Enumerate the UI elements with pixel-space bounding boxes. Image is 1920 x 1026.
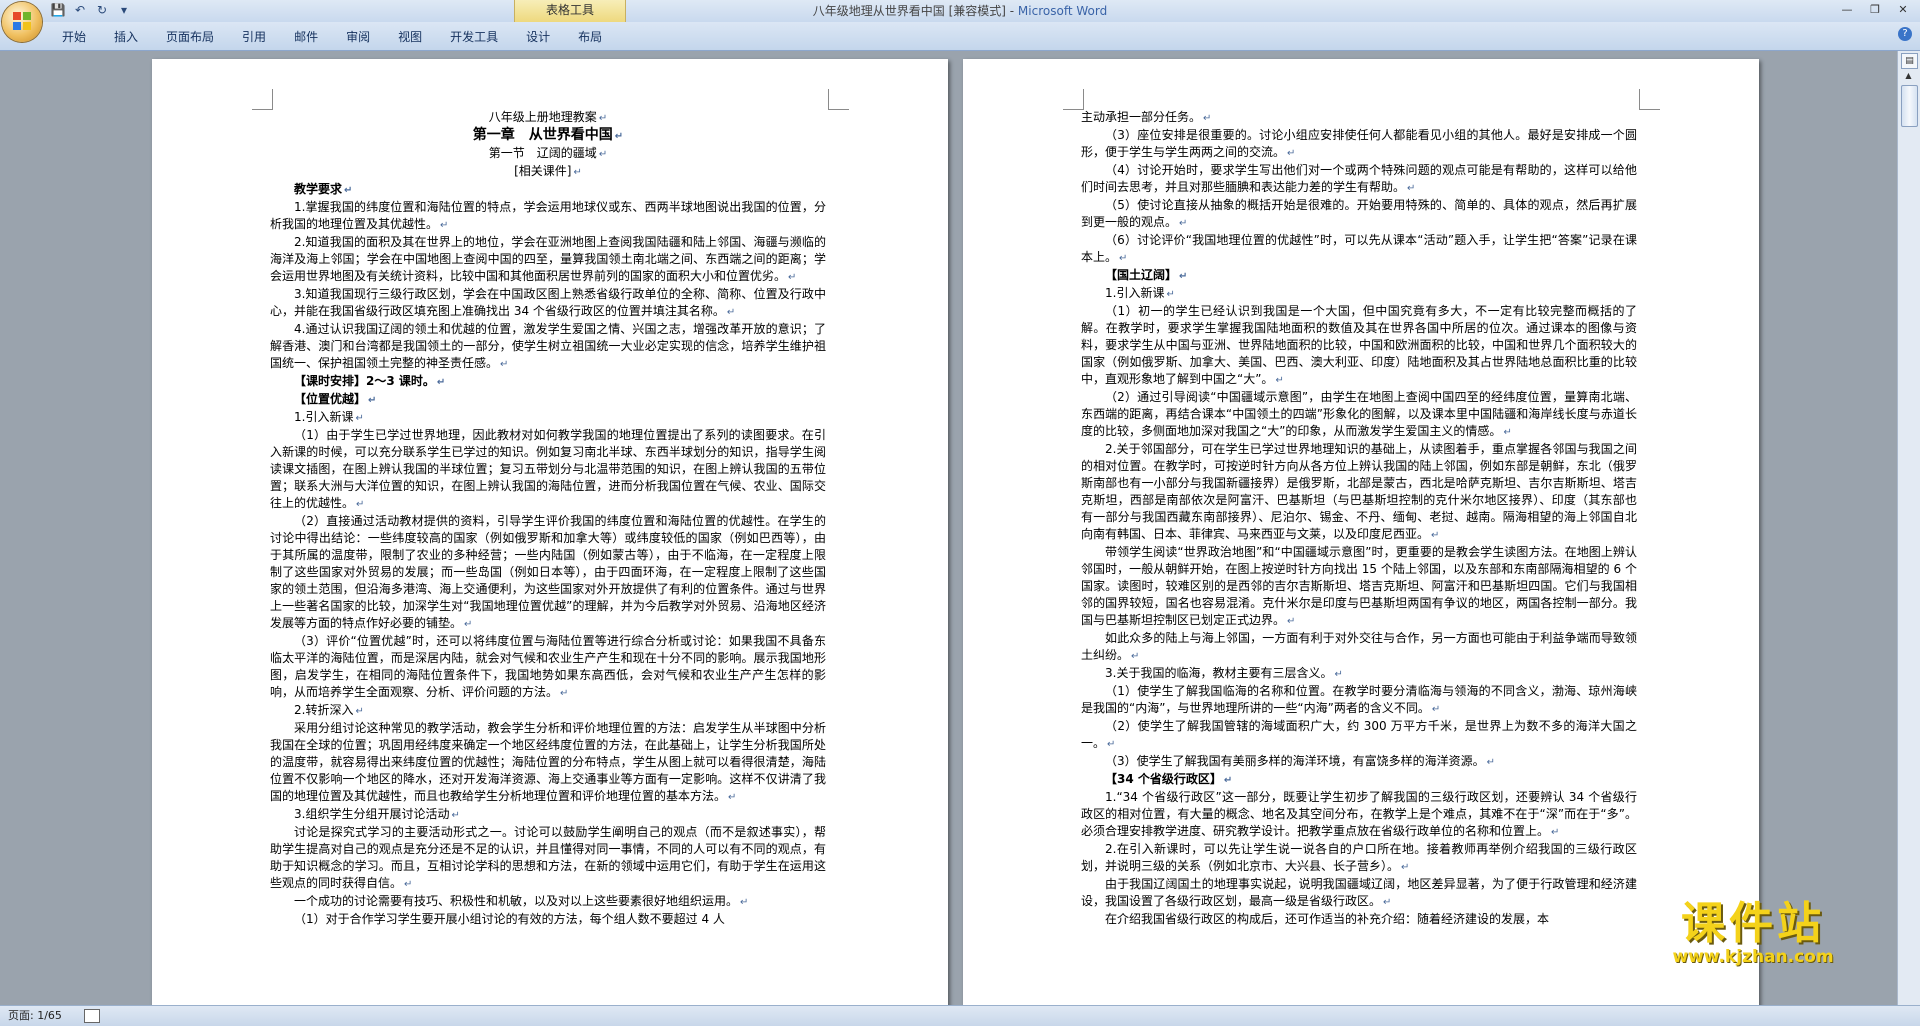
paragraph: 2.关于邻国部分，可在学生已学过世界地理知识的基础上，从读图着手，重点掌握各邻国… <box>1081 442 1637 541</box>
paragraph: 3.知道我国现行三级行政区划，学会在中国政区图上熟悉省级行政单位的全称、简称、位… <box>270 287 826 318</box>
provinces-heading: 【34 个省级行政区】 ↵ <box>1105 772 1233 786</box>
watermark-text: 课件站 <box>1681 898 1825 949</box>
tab-insert[interactable]: 插入 <box>100 26 152 48</box>
paragraph: （3）使学生了解我国有美丽多样的海洋环境，有富饶多样的海洋资源。 ↵ <box>1105 754 1496 768</box>
crop-mark-top-right <box>828 89 849 110</box>
tab-developer[interactable]: 开发工具 <box>436 26 512 48</box>
paragraph: （2）通过引导阅读“中国疆域示意图”，由学生在地图上查阅中国四至的经纬度位置，量… <box>1081 390 1637 438</box>
paragraph: （1）由于学生已学过世界地理，因此教材对如何教学我国的地理位置提出了系列的读图要… <box>270 428 826 510</box>
office-button[interactable] <box>2 2 42 42</box>
doc-header-line: 八年级上册地理教案 ↵ <box>488 110 608 124</box>
page-counter[interactable]: 页面: 1/65 <box>8 1006 62 1026</box>
crop-mark-top-left <box>252 89 273 110</box>
window-controls: — ❐ ✕ <box>1834 2 1916 18</box>
tab-view[interactable]: 视图 <box>384 26 436 48</box>
paragraph: 采用分组讨论这种常见的教学活动，教会学生分析和评价地理位置的方法：启发学生从半球… <box>270 721 826 803</box>
page-2-content: 主动承担一部分任务。 ↵ （3）座位安排是很重要的。讨论小组应安排使任何人都能看见… <box>1081 109 1637 928</box>
close-icon[interactable]: ✕ <box>1890 2 1916 18</box>
paragraph: 4.通过认识我国辽阔的领土和优越的位置，激发学生爱国之情、兴国之志，增强改革开放… <box>270 322 826 370</box>
paragraph: （2）直接通过活动教材提供的资料，引导学生评价我国的纬度位置和海陆位置的优越性。… <box>270 514 826 630</box>
paragraph: 带领学生阅读“世界政治地图”和“中国疆域示意图”时，更重要的是教会学生读图方法。… <box>1081 545 1637 627</box>
proofing-status-icon[interactable] <box>84 1009 100 1023</box>
office-logo-icon <box>13 12 31 30</box>
vertical-scrollbar[interactable]: ▤ ▲ <box>1897 51 1920 1005</box>
tab-references[interactable]: 引用 <box>228 26 280 48</box>
document-title: 八年级地理从世界看中国 [兼容模式] - <box>812 4 1018 18</box>
paragraph: 1.“34 个省级行政区”这一部分，既要让学生初步了解我国的三级行政区划，还要辨… <box>1081 790 1637 838</box>
paragraph: 1.引入新课 ↵ <box>1105 286 1175 300</box>
paragraph: （2）使学生了解我国管辖的海域面积广大，约 300 万平方千米，是世界上为数不多… <box>1081 719 1637 750</box>
tab-table-design[interactable]: 设计 <box>512 26 564 48</box>
scroll-up-icon[interactable]: ▲ <box>1901 69 1916 83</box>
paragraph: 一个成功的讨论需要有技巧、积极性和机敏，以及对以上这些要素很好地组织运用。 ↵ <box>294 894 749 908</box>
territory-heading: 【国土辽阔】 ↵ <box>1105 268 1188 282</box>
paragraph: 主动承担一部分任务。 ↵ <box>1081 110 1212 124</box>
paragraph: （1）对于合作学习学生要开展小组讨论的有效的方法，每个组人数不要超过 4 人 <box>294 912 725 926</box>
site-watermark: 课件站 www.kjzhan.com <box>1648 901 1858 971</box>
tab-mailings[interactable]: 邮件 <box>280 26 332 48</box>
tab-review[interactable]: 审阅 <box>332 26 384 48</box>
ribbon: 开始 插入 页面布局 引用 邮件 审阅 视图 开发工具 设计 布局 ? <box>0 22 1920 51</box>
paragraph: （3）评价“位置优越”时，还可以将纬度位置与海陆位置等进行综合分析或讨论：如果我… <box>270 634 826 699</box>
paragraph: 1.引入新课 ↵ <box>294 410 364 424</box>
paragraph: （1）使学生了解我国临海的名称和位置。在教学时要分清临海与领海的不同含义，渤海、… <box>1081 684 1637 715</box>
maximize-icon[interactable]: ❐ <box>1862 2 1888 18</box>
paragraph: （5）使讨论直接从抽象的概括开始是很难的。开始要用特殊的、简单的、具体的观点，然… <box>1081 198 1637 229</box>
teaching-requirements-heading: 教学要求 ↵ <box>294 182 353 196</box>
paragraph: 在介绍我国省级行政区的构成后，还可作适当的补充介绍：随着经济建设的发展，本 <box>1105 912 1550 926</box>
document-workspace: 八年级上册地理教案 ↵ 第一章 从世界看中国 ↵ 第一节 辽阔的疆域 ↵ [相关课件]… <box>0 51 1898 1005</box>
paragraph: （6）讨论评价“我国地理位置的优越性”时，可以先从课本“活动”题入手，让学生把“… <box>1081 233 1637 264</box>
paragraph: 1.掌握我国的纬度位置和海陆位置的特点，学会运用地球仪或东、西两半球地图说出我国… <box>270 200 826 231</box>
window-title: 八年级地理从世界看中国 [兼容模式] - Microsoft Word <box>0 0 1920 22</box>
paragraph: 2.在引入新课时，可以先让学生说一说各自的户口所在地。接着教师再举例介绍我国的三… <box>1081 842 1637 873</box>
tab-page-layout[interactable]: 页面布局 <box>152 26 228 48</box>
paragraph: （4）讨论开始时，要求学生写出他们对一个或两个特殊问题的观点可能是有帮助的，这样… <box>1081 163 1637 194</box>
paragraph: 讨论是探究式学习的主要活动形式之一。讨论可以鼓励学生阐明自己的观点（而不是叙述事… <box>270 825 826 890</box>
document-page-2[interactable]: 主动承担一部分任务。 ↵ （3）座位安排是很重要的。讨论小组应安排使任何人都能看见… <box>963 59 1759 1005</box>
paragraph: 如此众多的陆上与海上邻国，一方面有利于对外交往与合作，另一方面也可能由于利益争端… <box>1081 631 1637 662</box>
location-heading: 【位置优越】 ↵ <box>294 392 377 406</box>
class-hours: 【课时安排】2～3 课时。 ↵ <box>294 374 446 388</box>
crop-mark-top-left <box>1063 89 1084 110</box>
watermark-url: www.kjzhan.com <box>1672 947 1834 967</box>
title-bar: 💾 ↶ ↻ ▾ 表格工具 八年级地理从世界看中国 [兼容模式] - Micros… <box>0 0 1920 22</box>
paragraph: 由于我国辽阔国土的地理事实说起，说明我国疆域辽阔，地区差异显著，为了便于行政管理… <box>1081 877 1637 908</box>
minimize-icon[interactable]: — <box>1834 2 1860 18</box>
paragraph: 3.组织学生分组开展讨论活动 ↵ <box>294 807 460 821</box>
paragraph: （1）初一的学生已经认识到我国是一个大国，但中国究竟有多大，不一定有比较完整而概… <box>1081 304 1637 386</box>
section-title: 第一节 辽阔的疆域 ↵ <box>488 146 608 160</box>
paragraph: 2.转折深入 ↵ <box>294 703 364 717</box>
status-bar: 页面: 1/65 <box>0 1005 1920 1026</box>
document-page-1[interactable]: 八年级上册地理教案 ↵ 第一章 从世界看中国 ↵ 第一节 辽阔的疆域 ↵ [相关课件]… <box>152 59 948 1005</box>
scrollbar-thumb[interactable] <box>1901 85 1918 127</box>
crop-mark-top-right <box>1639 89 1660 110</box>
paragraph: 3.关于我国的临海，教材主要有三层含义。 ↵ <box>1105 666 1343 680</box>
page-1-content: 八年级上册地理教案 ↵ 第一章 从世界看中国 ↵ 第一节 辽阔的疆域 ↵ [相关课件]… <box>270 109 826 928</box>
materials-link[interactable]: [相关课件] ↵ <box>270 163 826 181</box>
paragraph: （3）座位安排是很重要的。讨论小组应安排使任何人都能看见小组的其他人。最好是安排… <box>1081 128 1637 159</box>
help-icon[interactable]: ? <box>1898 27 1912 41</box>
chapter-title: 第一章 从世界看中国 ↵ <box>472 127 624 143</box>
app-name: Microsoft Word <box>1017 4 1108 18</box>
tab-table-layout[interactable]: 布局 <box>564 26 616 48</box>
tab-home[interactable]: 开始 <box>48 26 100 48</box>
ribbon-tabs: 开始 插入 页面布局 引用 邮件 审阅 视图 开发工具 设计 布局 <box>48 26 616 48</box>
paragraph: 2.知道我国的面积及其在世界上的地位，学会在亚洲地图上查阅我国陆疆和陆上邻国、海… <box>270 235 826 283</box>
ruler-toggle-icon[interactable]: ▤ <box>1901 53 1918 69</box>
